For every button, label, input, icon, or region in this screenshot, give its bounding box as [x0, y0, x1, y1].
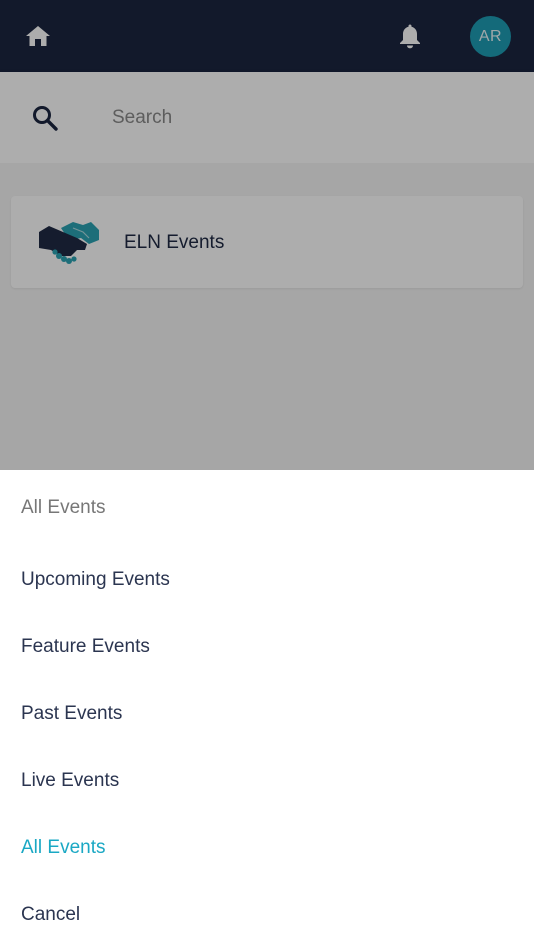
option-feature-events[interactable]: Feature Events [21, 636, 150, 658]
cancel-button[interactable]: Cancel [21, 904, 80, 926]
option-upcoming-events[interactable]: Upcoming Events [21, 569, 170, 591]
option-all-events[interactable]: All Events [21, 837, 105, 859]
sheet-title: All Events [21, 497, 106, 518]
modal-overlay[interactable] [0, 0, 534, 470]
filter-bottom-sheet: All Events Upcoming Events Feature Event… [0, 470, 534, 950]
option-live-events[interactable]: Live Events [21, 770, 119, 792]
option-past-events[interactable]: Past Events [21, 703, 122, 725]
